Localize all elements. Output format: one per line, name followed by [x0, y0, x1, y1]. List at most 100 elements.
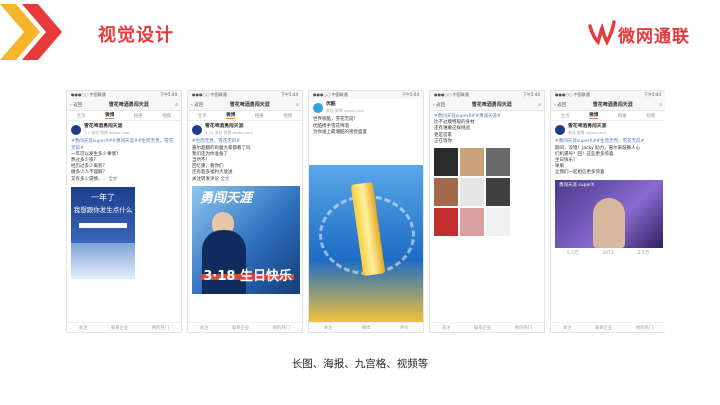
- avatar[interactable]: [313, 103, 323, 114]
- weibo-button[interactable]: 微博: [362, 325, 371, 331]
- grid-photo[interactable]: [434, 148, 458, 177]
- tab-weibo[interactable]: 微博: [589, 112, 599, 119]
- nav-title: 雪花啤酒勇闯天涯: [108, 102, 149, 108]
- tab-weibo[interactable]: 微博: [105, 112, 115, 119]
- poster-title: 勇闯天涯: [200, 190, 253, 206]
- carrier-text: ●●●○○ 中国联通: [71, 92, 106, 97]
- status-bar: ●●●○○ 中国联通 下午5:44: [188, 91, 302, 99]
- grid-photo[interactable]: [460, 208, 484, 237]
- comment-button[interactable]: 评论: [400, 325, 409, 331]
- carrier-text: ●●●○○ 中国联通: [313, 92, 348, 97]
- poster-image[interactable]: [309, 165, 423, 323]
- tab-album[interactable]: 相册: [134, 113, 143, 119]
- video-player[interactable]: 勇闯天涯 superX: [555, 179, 663, 248]
- post-line: 关注转发评论: [192, 176, 219, 182]
- post-hashtag[interactable]: #勇闯天涯superX##勇闯天涯##生而无畏，雪花无前#: [71, 139, 177, 151]
- contact-button[interactable]: 联系企业: [474, 325, 491, 331]
- bottom-bar: 关注 联系企业 他的热门: [188, 322, 302, 332]
- phone-screen-5: ●●●○○ 中国联通 下午5:44 ‹ 返回 雪花啤酒勇闯天涯 ⌕ 主页 微博 …: [550, 90, 665, 333]
- back-button[interactable]: ‹ 返回: [554, 102, 566, 108]
- read-more-link[interactable]: 全文: [220, 177, 229, 182]
- back-button[interactable]: ‹ 返回: [70, 102, 82, 108]
- nav-title: 雪花啤酒勇闯天涯: [471, 102, 512, 108]
- tab-home[interactable]: 主页: [77, 113, 86, 119]
- grid-photo[interactable]: [434, 178, 458, 207]
- status-time: 下午5:44: [281, 92, 298, 97]
- follow-button[interactable]: 关注: [324, 325, 333, 331]
- video-label: 勇闯天涯 superX: [559, 182, 595, 188]
- repost-count[interactable]: 5.5万: [567, 251, 579, 257]
- avatar[interactable]: [71, 125, 81, 136]
- status-bar: ●●●○○ 中国联通 下午5:44: [309, 91, 423, 99]
- bottom-bar: 关注 联系企业 他的热门: [67, 322, 181, 332]
- slide-caption: 长图、海报、九宫格、视频等: [291, 358, 429, 370]
- avatar[interactable]: [192, 125, 202, 136]
- grid-photo[interactable]: [486, 208, 510, 237]
- tab-video[interactable]: 视频: [646, 113, 655, 119]
- post-author: 雪花啤酒勇闯天涯 3-18 来自 微博 weibo.com: [192, 124, 298, 136]
- follow-button[interactable]: 关注: [442, 325, 451, 331]
- nav-bar: ‹ 返回 雪花啤酒勇闯天涯 ⌕: [67, 99, 181, 111]
- contact-button[interactable]: 联系企业: [595, 325, 612, 331]
- post: 雪花啤酒勇闯天涯 3-1 来自 微博 weibo.com #勇闯天涯superX…: [67, 121, 181, 279]
- brand-logo-text: 微网通联: [618, 27, 690, 47]
- poster-image[interactable]: 勇闯天涯 3·18 生日快乐: [192, 185, 300, 294]
- status-bar: ●●●○○ 中国联通 下午5:44: [551, 91, 665, 99]
- grid-photo[interactable]: [486, 148, 510, 177]
- post: 优酷 来自 微博 weibo.com 世界很酷，雪花无前！ 优酷携手雪花啤酒 为…: [309, 99, 423, 136]
- hot-button[interactable]: 他的热门: [515, 325, 532, 331]
- contact-button[interactable]: 联系企业: [232, 325, 249, 331]
- search-icon[interactable]: ⌕: [659, 102, 662, 108]
- avatar[interactable]: [555, 125, 565, 136]
- nav-bar: ‹ 返回 雪花啤酒勇闯天涯 ⌕: [430, 99, 544, 111]
- hot-button[interactable]: 他的热门: [636, 325, 653, 331]
- hot-button[interactable]: 他的热门: [273, 325, 290, 331]
- profile-tabs: 主页 微博 相册 视频: [67, 111, 181, 121]
- tab-album[interactable]: 相册: [255, 113, 264, 119]
- tab-video[interactable]: 视频: [283, 113, 292, 119]
- photo-grid: [434, 148, 510, 237]
- post-meta: 3-18 来自 微博 weibo.com: [205, 130, 253, 136]
- follow-button[interactable]: 关注: [79, 325, 88, 331]
- comment-count[interactable]: 3473: [602, 251, 613, 257]
- post-line: 让我们一起相信更多惊喜: [555, 170, 605, 176]
- video-person: [593, 197, 625, 248]
- post-meta: 来自 微博 weibo.com: [326, 108, 365, 114]
- carrier-text: ●●●○○ 中国联通: [192, 92, 227, 97]
- post-stats: 5.5万 3473 2.5万: [555, 251, 661, 257]
- follow-button[interactable]: 关注: [563, 325, 572, 331]
- status-bar: ●●●○○ 中国联通 下午5:44: [67, 91, 181, 99]
- like-count[interactable]: 2.5万: [637, 251, 649, 257]
- grid-photo[interactable]: [460, 148, 484, 177]
- post-line: 正在等你: [434, 138, 452, 144]
- tab-album[interactable]: 相册: [618, 113, 627, 119]
- phone-screen-3: ●●●○○ 中国联通 下午5:44 优酷 来自 微博 weibo.com 世界很…: [308, 90, 424, 333]
- poster-date: 3·18 生日快乐: [201, 268, 294, 284]
- search-icon[interactable]: ⌕: [296, 102, 299, 108]
- poster-image[interactable]: 一年了 我想跟你发生点什么: [71, 186, 135, 279]
- follow-button[interactable]: 关注: [200, 325, 209, 331]
- contact-button[interactable]: 联系企业: [111, 325, 128, 331]
- phone-screen-4: ●●●○○ 中国联通 下午5:44 ‹ 返回 雪花啤酒勇闯天涯 ⌕ #勇闯天涯s…: [429, 90, 545, 333]
- post-line: 为你送上最潮酷的视觉盛宴: [313, 129, 367, 135]
- nav-bar: ‹ 返回 雪花啤酒勇闯天涯 ⌕: [551, 99, 665, 111]
- back-button[interactable]: ‹ 返回: [191, 102, 203, 108]
- tab-home[interactable]: 主页: [198, 113, 207, 119]
- search-icon[interactable]: ⌕: [175, 102, 178, 108]
- poster-bar: [79, 222, 127, 228]
- post-line: 又有多少遗憾，...: [71, 176, 107, 182]
- screenshot-collage: ●●●○○ 中国联通 下午5:44 ‹ 返回 雪花啤酒勇闯天涯 ⌕ 主页 微博 …: [66, 90, 665, 333]
- back-button[interactable]: ‹ 返回: [433, 102, 445, 108]
- read-more-link[interactable]: 全文: [108, 177, 117, 182]
- hot-button[interactable]: 他的热门: [152, 325, 169, 331]
- post-meta: 来自 微博 weibo.com: [568, 130, 607, 136]
- grid-photo[interactable]: [434, 208, 458, 237]
- tab-weibo[interactable]: 微博: [226, 112, 236, 119]
- post: 雪花啤酒勇闯天涯 3-18 来自 微博 weibo.com #生而无畏，雪花无前…: [188, 121, 302, 294]
- tab-home[interactable]: 主页: [561, 113, 570, 119]
- grid-photo[interactable]: [486, 178, 510, 207]
- tab-video[interactable]: 视频: [162, 113, 171, 119]
- grid-photo[interactable]: [460, 178, 484, 207]
- chevron-logo-icon: [0, 4, 62, 60]
- search-icon[interactable]: ⌕: [538, 102, 541, 108]
